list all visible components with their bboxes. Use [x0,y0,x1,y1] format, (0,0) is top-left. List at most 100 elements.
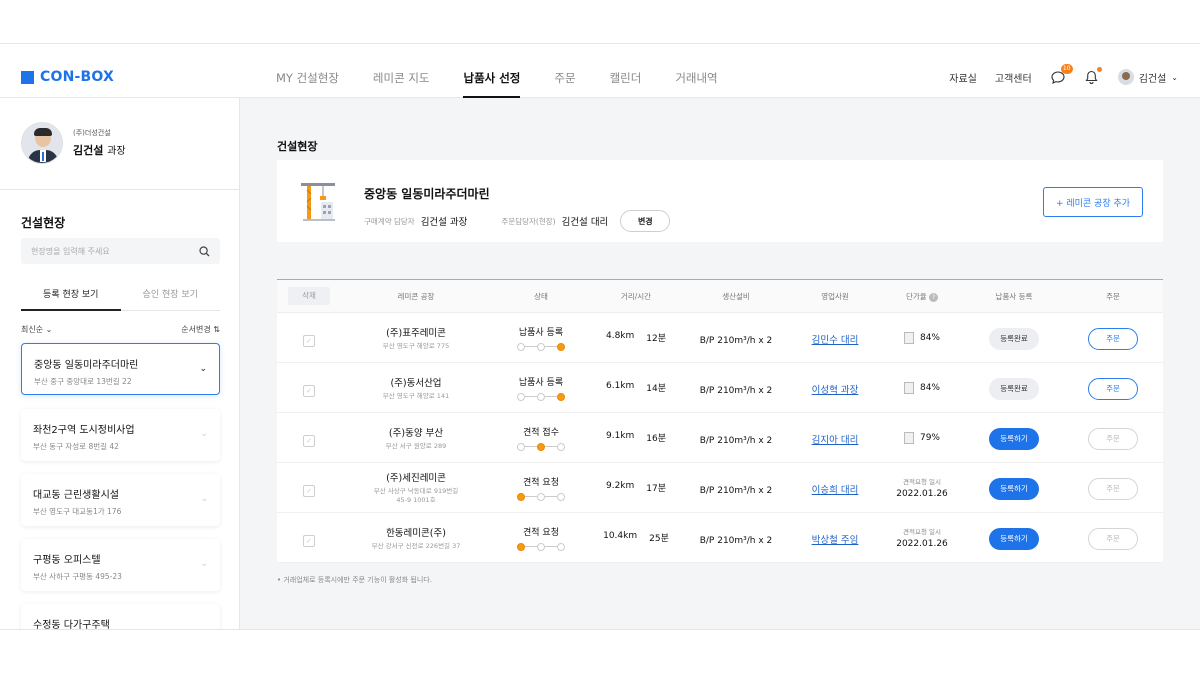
site-card-name: 중앙동 일동미라주더마린 [34,360,139,371]
table-row: ✓ (주)동양 부산 부산 서구 원양로 289 견적 접수 9.1km 16분 B/P 2… [277,413,1163,463]
profile-company: (주)더성건설 [73,129,111,137]
logo[interactable]: CON-BOX [21,69,114,85]
order-manager-label: 주문담당자(현장) [501,216,556,226]
chat-badge: 10 [1060,64,1073,74]
order-button[interactable]: 주문 [1088,527,1138,550]
site-card[interactable]: 수정동 다가구주택 [21,604,220,629]
chevron-down-icon: ⌄ [199,364,207,374]
site-card[interactable]: 구평동 오피스텔 부산 사하구 구평동 495-23 ⌄ [21,539,220,591]
col-status: 상태 [534,291,548,301]
library-link[interactable]: 자료실 [949,70,977,85]
col-plant: 레미콘 공장 [397,291,435,301]
status-text: 견적 접수 [523,427,559,438]
row-checkbox[interactable]: ✓ [303,335,315,347]
step-dot [557,492,565,501]
register-button[interactable]: 등록하기 [989,477,1039,500]
col-sales-rep: 영업사원 [821,291,849,301]
register-button[interactable]: 등록하기 [989,427,1039,450]
tab-registered-sites[interactable]: 등록 현장 보기 [21,287,121,311]
status-steps [491,442,591,451]
nav-order[interactable]: 주문 [554,44,575,98]
sort-select[interactable]: 최신순 ⌄ [21,324,52,335]
plant-addr-1: 부산 서구 원양로 289 [385,441,447,450]
nav-my-sites[interactable]: MY 건설현장 [276,44,339,98]
status-text: 견적 요청 [523,527,559,538]
delete-button[interactable]: 삭제 [288,287,330,305]
row-checkbox[interactable]: ✓ [303,385,315,397]
chat-icon[interactable]: 10 [1050,64,1073,85]
row-checkbox[interactable]: ✓ [303,535,315,547]
sort-bar: 최신순 ⌄ 순서변경 ⇅ [21,324,220,335]
plant-addr: 부산 서구 원양로 289 [341,442,491,451]
top-header: CON-BOX MY 건설현장 레미콘 지도 납품사 선정 주문 캘린더 거래내… [0,44,1200,98]
document-icon[interactable] [903,431,914,444]
step-dot [537,542,545,551]
sort-edit-button[interactable]: 순서변경 ⇅ [181,324,220,335]
row-checkbox[interactable]: ✓ [303,485,315,497]
equipment-spec: B/P 210m³/h x 2 [699,336,773,346]
sort-label: 최신순 [21,325,44,334]
order-button[interactable]: 주문 [1088,477,1138,500]
row-checkbox[interactable]: ✓ [303,435,315,447]
sales-rep-link[interactable]: 박상철 주임 [812,535,859,546]
sales-rep-link[interactable]: 김지아 대리 [812,435,859,446]
change-manager-button[interactable]: 변경 [620,210,671,232]
date-value: 2022.01.26 [896,539,948,549]
order-button[interactable]: 주문 [1088,377,1138,400]
rate-value: 84% [919,382,940,393]
plant-name: (주)동서산업 [390,377,442,389]
site-card-name: 대교동 근린생활시설 [33,490,119,501]
site-card[interactable]: 대교동 근린생활시설 부산 영도구 대교동1가 176 ⌄ [21,474,220,526]
search-icon[interactable] [199,245,210,257]
nav-calendar[interactable]: 캘린더 [610,44,642,98]
step-dot [557,442,565,451]
document-icon[interactable] [903,381,914,394]
equipment-spec: B/P 210m³/h x 2 [699,486,773,496]
step-dot [537,442,545,451]
contract-manager-label: 구매계약 담당자 [364,216,415,226]
table-row: ✓ (주)동서산업 부산 영도구 해양로 141 납품사 등록 6.1km 14분 B/P … [277,363,1163,413]
plant-addr-1: 부산 영도구 해양로 141 [382,391,450,400]
step-dot [557,392,565,401]
nav-transactions[interactable]: 거래내역 [675,44,717,98]
order-button[interactable]: 주문 [1088,327,1138,350]
step-dot [517,342,525,351]
sales-rep-link[interactable]: 이성혁 과장 [812,385,859,396]
sales-rep-link[interactable]: 김민수 대리 [812,335,859,346]
document-icon[interactable] [903,331,914,344]
site-card-name: 구평동 오피스텔 [33,555,101,566]
register-button[interactable]: 등록하기 [989,527,1039,550]
contract-manager-name: 김건설 과장 [420,217,468,228]
tab-approved-sites[interactable]: 승인 현장 보기 [120,287,220,311]
date-value: 2022.01.26 [896,489,948,499]
site-card-addr: 부산 영도구 대교동1가 176 [33,507,122,516]
user-menu[interactable]: 김건설 ⌄ [1117,69,1178,85]
app-window: CON-BOX MY 건설현장 레미콘 지도 납품사 선정 주문 캘린더 거래내… [0,43,1200,630]
site-search-input[interactable]: 현장명을 입력해 주세요 [21,238,220,264]
site-card-name: 좌천2구역 도시정비사업 [33,425,135,436]
site-card[interactable]: 좌천2구역 도시정비사업 부산 동구 자성로 8번길 42 ⌄ [21,409,220,461]
help-icon[interactable]: ? [929,292,939,302]
nav-remicon-map[interactable]: 레미콘 지도 [373,44,430,98]
support-link[interactable]: 고객센터 [995,70,1032,85]
order-button[interactable]: 주문 [1088,427,1138,450]
user-name: 김건설 [1138,73,1167,85]
bell-badge-dot [1096,67,1102,72]
bell-icon[interactable] [1084,67,1102,85]
sales-rep-link[interactable]: 이승희 대리 [812,485,859,496]
date-label: 견적요청 일시 [903,478,941,486]
user-avatar [1117,69,1134,85]
plant-name: 한동레미콘(주) [386,527,446,539]
table-row: ✓ (주)표주레미콘 부산 영도구 해양로 775 납품사 등록 4.8km 12분 B/P… [277,313,1163,363]
chevron-down-icon: ⌄ [200,494,208,504]
sidebar: (주)더성건설 김건설 과장 건설현장 현장명을 입력해 주세요 등록 현장 보… [0,98,240,629]
nav-supplier-select[interactable]: 납품사 선정 [463,44,520,98]
plant-name: (주)표주레미콘 [386,327,446,339]
date-label: 견적요청 일시 [903,528,941,536]
chevron-down-icon: ⌄ [200,559,208,569]
profile-name: 김건설 과장 [73,142,126,158]
add-plant-button[interactable]: + 레미콘 공장 추가 [1043,187,1143,217]
step-dot [537,342,545,351]
chevron-down-icon: ⌄ [200,429,208,439]
site-card[interactable]: 중앙동 일동미라주더마린 부산 중구 중앙대로 13번길 22 ⌄ [21,343,220,395]
